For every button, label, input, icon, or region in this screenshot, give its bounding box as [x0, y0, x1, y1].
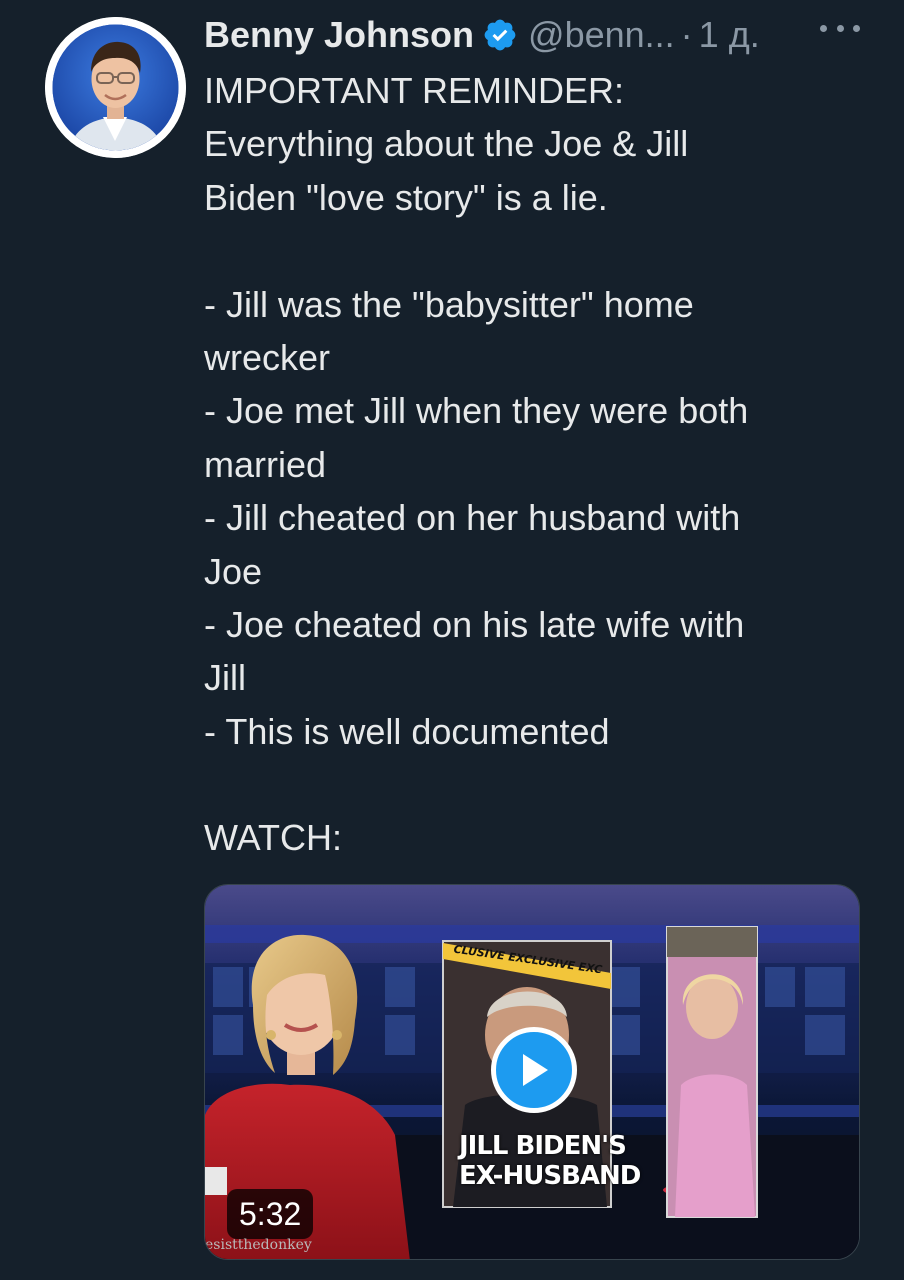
play-icon[interactable] — [491, 1027, 577, 1113]
tweet-line: Everything about the Joe & Jill — [204, 123, 689, 165]
video-player[interactable]: CLUSIVE EXCLUSIVE EXCL JILL BIDEN'S EX-H… — [204, 884, 860, 1260]
tweet-line: IMPORTANT REMINDER: — [204, 70, 625, 111]
tweet-line: Biden "love story" is a lie. — [204, 176, 608, 218]
tweet-line: Jill — [204, 657, 246, 699]
tweet-line — [204, 758, 854, 811]
tweet-line: - Joe met Jill when they were both — [204, 390, 749, 432]
verified-badge-icon — [482, 17, 518, 53]
tweet-line: married — [204, 443, 327, 485]
more-options-icon[interactable] — [820, 18, 860, 38]
video-caption-line1: JILL BIDEN'S — [459, 1131, 627, 1161]
tweet-line: Joe — [204, 550, 263, 592]
timestamp[interactable]: 1 д. — [699, 14, 760, 56]
tweet-line — [204, 224, 854, 277]
tweet-line: - This is well documented — [204, 710, 610, 752]
author-name[interactable]: Benny Johnson — [204, 14, 474, 56]
video-duration: 5:32 — [227, 1189, 314, 1239]
tweet-line: - Joe cheated on his late wife with — [204, 603, 745, 645]
separator-dot: · — [680, 14, 693, 55]
profile-photo — [45, 17, 186, 158]
avatar[interactable] — [45, 17, 186, 158]
tweet-line: - Jill cheated on her husband with — [204, 497, 741, 539]
tweet-line: - Jill was the "babysitter" home — [204, 283, 694, 325]
author-handle[interactable]: @benn... — [528, 14, 675, 56]
tweet-line: wrecker — [204, 336, 331, 378]
tweet-text: IMPORTANT REMINDER: Everything about the… — [204, 64, 854, 865]
tweet-line: WATCH: — [204, 817, 342, 859]
tweet[interactable]: Benny Johnson @benn... · 1 д. IMPORTANT … — [0, 0, 904, 1280]
watermark: esistthedonkey — [205, 1237, 312, 1253]
tweet-header: Benny Johnson @benn... · 1 д. — [204, 10, 884, 60]
video-caption-line2: EX-HUSBAND — [459, 1161, 641, 1191]
